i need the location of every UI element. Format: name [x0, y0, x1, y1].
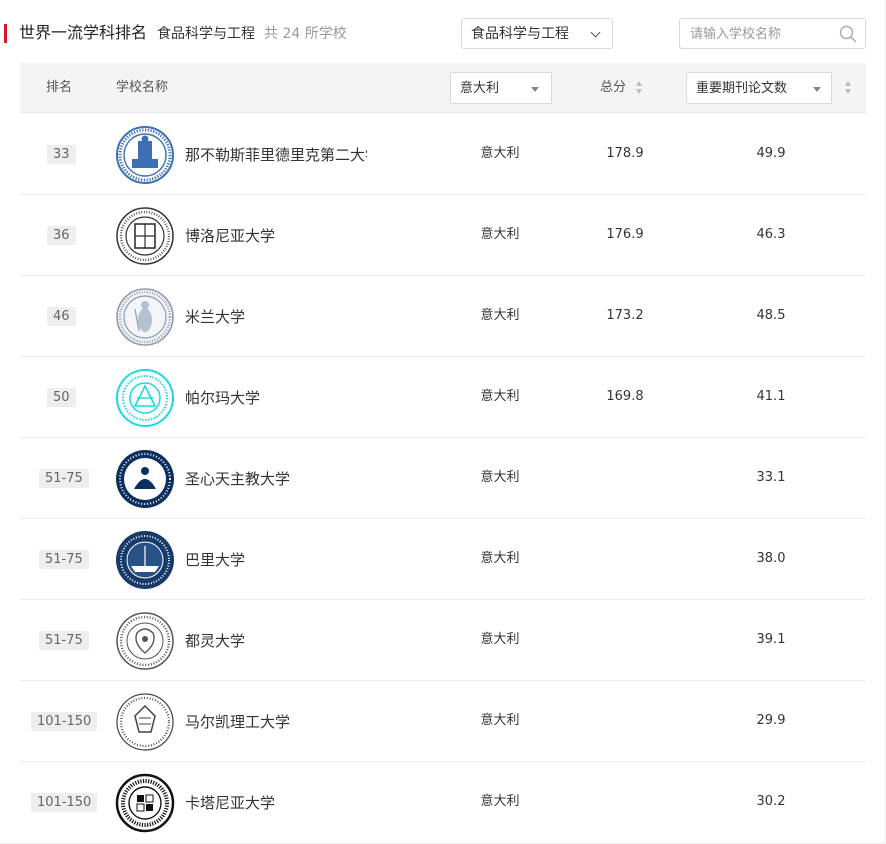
metric-cell: 46.3	[756, 227, 786, 242]
university-seal-logo	[115, 287, 175, 347]
metric-cell: 48.5	[756, 308, 786, 323]
rank-badge: 51-75	[39, 469, 89, 488]
country-cell: 意大利	[480, 227, 520, 242]
university-name-link[interactable]: 圣心天主教大学	[185, 469, 367, 489]
column-header-name: 学校名称	[116, 80, 169, 95]
metric-cell: 38.0	[756, 551, 786, 566]
table-row: 33 那不勒斯菲里德里克第二大学 意大利 178.9 49.9	[20, 114, 866, 195]
table-header: 排名 学校名称 意大利 总分 重要期刊论文数	[20, 63, 866, 113]
school-search-input[interactable]	[690, 25, 840, 43]
chevron-down-icon	[590, 27, 601, 38]
score-cell: 176.9	[606, 227, 644, 242]
page-title: 世界一流学科排名	[19, 23, 148, 42]
metric-cell: 49.9	[756, 146, 786, 161]
ranking-table-body: 33 那不勒斯菲里德里克第二大学 意大利 178.9 49.9 36 博洛尼亚大…	[20, 114, 866, 843]
rank-badge: 33	[47, 145, 76, 164]
university-seal-logo	[115, 449, 175, 509]
country-cell: 意大利	[480, 389, 520, 404]
university-name-link[interactable]: 卡塔尼亚大学	[185, 793, 367, 813]
subject-name: 食品科学与工程	[157, 26, 255, 42]
metric-cell: 41.1	[756, 389, 786, 404]
metric-cell: 29.9	[756, 713, 786, 728]
table-row: 46 米兰大学 意大利 173.2 48.5	[20, 276, 866, 357]
university-name-link[interactable]: 巴里大学	[185, 550, 367, 570]
university-name-link[interactable]: 帕尔玛大学	[185, 388, 367, 408]
university-name-link[interactable]: 都灵大学	[185, 631, 367, 651]
country-cell: 意大利	[480, 551, 520, 566]
seal-icon	[116, 126, 174, 184]
rank-badge: 50	[47, 388, 76, 407]
country-cell: 意大利	[480, 146, 520, 161]
seal-icon	[116, 531, 174, 589]
seal-icon	[116, 612, 174, 670]
table-row: 51-75 都灵大学 意大利 39.1	[20, 600, 866, 681]
seal-icon	[116, 207, 174, 265]
table-row: 101-150 马尔凯理工大学 意大利 29.9	[20, 681, 866, 762]
title-accent-bar	[4, 24, 7, 43]
metric-cell: 39.1	[756, 632, 786, 647]
university-seal-logo	[115, 692, 175, 752]
seal-icon	[115, 773, 175, 833]
university-seal-logo	[115, 125, 175, 185]
seal-icon	[116, 288, 174, 346]
table-row: 36 博洛尼亚大学 意大利 176.9 46.3	[20, 195, 866, 276]
table-row: 50 帕尔玛大学 意大利 169.8 41.1	[20, 357, 866, 438]
subject-dropdown-value: 食品科学与工程	[471, 26, 569, 42]
table-row: 51-75 圣心天主教大学 意大利 33.1	[20, 438, 866, 519]
university-seal-logo	[115, 611, 175, 671]
caret-down-icon	[531, 87, 539, 92]
metric-cell: 33.1	[756, 470, 786, 485]
university-seal-logo	[115, 368, 175, 428]
university-name-link[interactable]: 米兰大学	[185, 307, 367, 327]
score-cell: 173.2	[606, 308, 644, 323]
country-filter-value: 意大利	[460, 81, 500, 96]
university-seal-logo	[115, 773, 175, 833]
university-seal-logo	[115, 206, 175, 266]
rank-badge: 46	[47, 307, 76, 326]
rank-badge: 101-150	[31, 793, 98, 812]
score-cell: 169.8	[606, 389, 644, 404]
seal-icon	[116, 369, 174, 427]
country-cell: 意大利	[480, 470, 520, 485]
country-cell: 意大利	[480, 794, 520, 809]
score-cell: 178.9	[606, 146, 644, 161]
school-count: 共 24 所学校	[264, 26, 347, 42]
column-header-rank: 排名	[46, 80, 73, 95]
table-row: 101-150 卡塔尼亚大学 意大利 30.2	[20, 762, 866, 843]
metric-cell: 30.2	[756, 794, 786, 809]
university-name-link[interactable]: 那不勒斯菲里德里克第二大学	[185, 145, 367, 165]
country-filter-dropdown[interactable]: 意大利	[450, 72, 552, 104]
metric-dropdown[interactable]: 重要期刊论文数	[686, 72, 832, 104]
metric-dropdown-value: 重要期刊论文数	[696, 81, 788, 96]
country-cell: 意大利	[480, 632, 520, 647]
sort-metric-icon[interactable]	[845, 81, 853, 95]
rank-badge: 51-75	[39, 631, 89, 650]
rank-badge: 36	[47, 226, 76, 245]
university-seal-logo	[115, 530, 175, 590]
university-name-link[interactable]: 博洛尼亚大学	[185, 226, 367, 246]
rank-badge: 101-150	[31, 712, 98, 731]
subject-dropdown[interactable]: 食品科学与工程	[461, 18, 613, 49]
search-icon[interactable]	[839, 25, 857, 43]
column-header-score[interactable]: 总分	[600, 79, 626, 97]
country-cell: 意大利	[480, 713, 520, 728]
university-name-link[interactable]: 马尔凯理工大学	[185, 712, 367, 732]
country-cell: 意大利	[480, 308, 520, 323]
seal-icon	[116, 450, 174, 508]
sort-score-icon[interactable]	[636, 81, 644, 95]
caret-down-icon	[813, 87, 821, 92]
seal-icon	[116, 693, 174, 751]
school-search	[679, 18, 866, 49]
table-row: 51-75 巴里大学 意大利 38.0	[20, 519, 866, 600]
rank-badge: 51-75	[39, 550, 89, 569]
